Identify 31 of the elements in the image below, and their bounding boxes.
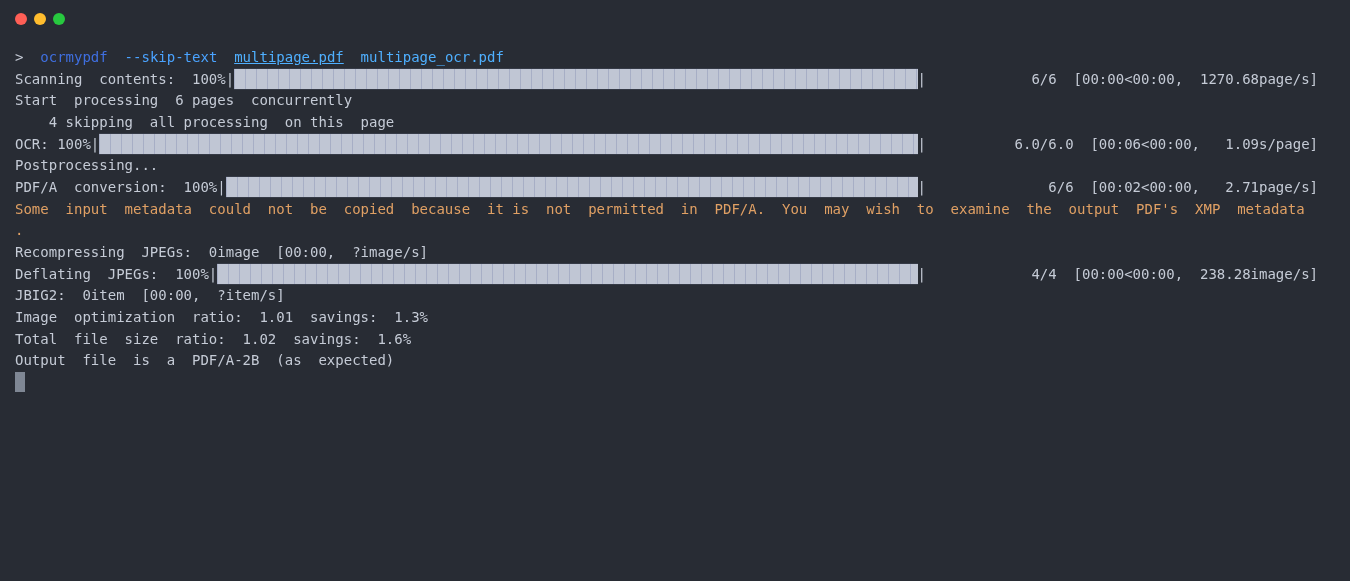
progress-stats: 4/4 [00:00<00:00, 238.28image/s] xyxy=(1030,265,1318,282)
command-token: ocrmypdf xyxy=(40,48,108,65)
command-token: multipage.pdf xyxy=(234,48,344,65)
progress-label: OCR: 100%| xyxy=(15,135,100,152)
progress-label: PDF/A conversion: 100%| xyxy=(15,178,226,195)
zoom-window-button[interactable] xyxy=(53,13,65,25)
output-line: Output file is a PDF/A-2B (as expected) xyxy=(15,352,395,369)
output-line: Start processing 6 pages concurrently xyxy=(15,92,353,109)
command-token: multipage_ocr.pdf xyxy=(360,48,504,65)
output-line: 4 skipping all processing on this page xyxy=(47,113,395,130)
progress-stats: 6.0/6.0 [00:06<00:00, 1.09s/page] xyxy=(1013,135,1318,152)
command-token: --skip-text xyxy=(124,48,218,65)
close-window-button[interactable] xyxy=(15,13,27,25)
progress-label: Deflating JPEGs: 100%| xyxy=(15,265,218,282)
output-line: Postprocessing... xyxy=(15,157,159,174)
progress-stats: 6/6 [00:00<00:00, 1270.68page/s] xyxy=(1030,70,1318,87)
minimize-window-button[interactable] xyxy=(34,13,46,25)
progress-bar-end: | xyxy=(917,178,926,195)
progress-bar-end: | xyxy=(917,135,926,152)
progress-bar-end: | xyxy=(917,265,926,282)
text-cursor xyxy=(15,372,25,393)
warning-line: Some input metadata could not be copied because it is not permitted in PDF/A. You may wish to examine the output PDF's XMP metadata xyxy=(15,200,1305,217)
output-line: Image optimization ratio: 1.01 savings: 1.3% xyxy=(15,309,428,326)
progress-bar-end: | xyxy=(917,70,926,87)
output-line: Recompressing JPEGs: 0image [00:00, ?image/s] xyxy=(15,244,428,261)
output-line: Total file size ratio: 1.02 savings: 1.6% xyxy=(15,330,412,347)
prompt-symbol: > xyxy=(15,48,24,65)
progress-stats: 6/6 [00:02<00:00, 2.71page/s] xyxy=(1047,178,1318,195)
warning-line: . xyxy=(15,222,24,239)
progress-label: Scanning contents: 100%| xyxy=(15,70,235,87)
output-line: JBIG2: 0item [00:00, ?item/s] xyxy=(15,287,285,304)
